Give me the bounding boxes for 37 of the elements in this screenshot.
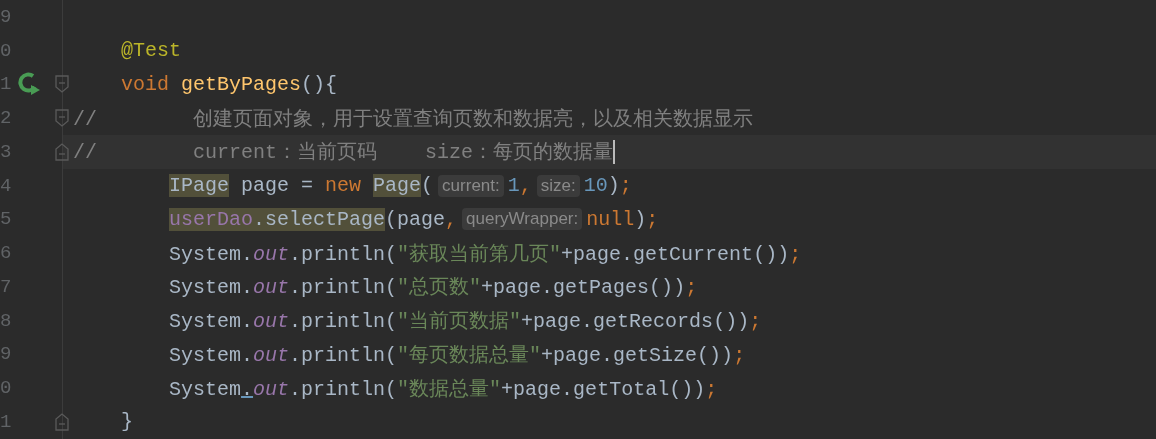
code-text: IPage page = new Page(	[168, 174, 434, 198]
line-number: 3	[0, 140, 12, 163]
code-text: System.out.println("每页数据总量"+page.getSize());	[168, 342, 746, 368]
code-text: System.out.println("当前页数据"+page.getRecords());	[168, 309, 762, 335]
code-text: 10);	[583, 174, 632, 198]
code-text: // 创建页面对象，用于设置查询页数和数据亮，以及相关数据显示	[73, 106, 754, 132]
code-text: System.out.println("总页数"+page.getPages());	[168, 275, 698, 301]
line-number: 2	[0, 107, 12, 130]
fold-icon[interactable]	[54, 412, 70, 431]
line-number: 0	[0, 377, 12, 400]
parameter-hint: current:	[438, 174, 504, 197]
line-number: 9	[0, 343, 12, 366]
fold-icon[interactable]	[54, 109, 70, 128]
code-text: // current：当前页码 size：每页的数据量	[73, 140, 614, 166]
code-text: }	[120, 410, 134, 434]
line-number: 8	[0, 309, 12, 332]
line-number: 6	[0, 242, 12, 265]
code-text: 1,	[507, 174, 532, 198]
text-cursor	[613, 139, 616, 164]
parameter-hint: queryWrapper:	[462, 208, 583, 231]
line-number: 0	[0, 39, 12, 62]
fold-icon[interactable]	[54, 75, 70, 94]
line-number: 9	[0, 5, 12, 28]
line-number: 4	[0, 174, 12, 197]
code-text: userDao.selectPage(page,	[168, 207, 458, 231]
parameter-hint: size:	[536, 174, 580, 197]
code-text: @Test	[120, 39, 182, 63]
line-number: 5	[0, 208, 12, 231]
run-test-icon[interactable]	[18, 72, 42, 97]
code-text: void getByPages(){	[120, 72, 338, 96]
code-text: System.out.println("数据总量"+page.getTotal());	[168, 376, 718, 402]
line-number: 1	[0, 410, 12, 433]
code-text: null);	[586, 207, 659, 231]
line-number: 7	[0, 275, 12, 298]
line-number: 1	[0, 73, 12, 96]
fold-icon[interactable]	[54, 142, 70, 161]
code-text: System.out.println("获取当前第几页"+page.getCurrent());	[168, 241, 802, 267]
